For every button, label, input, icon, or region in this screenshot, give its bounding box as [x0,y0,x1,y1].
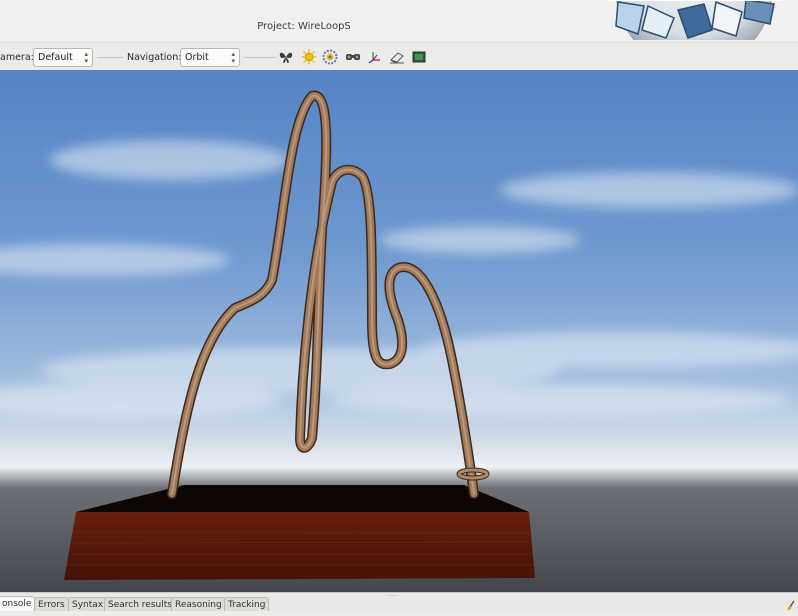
toolbar-separator [97,57,123,58]
spin-arrows-icon: ▴ ▾ [231,50,235,65]
camera-select-value: Default [38,52,73,63]
navigation-select-value: Orbit [185,52,209,63]
3d-viewport[interactable] [0,70,798,592]
camera-label: amera: [0,52,34,63]
gear-sun-icon[interactable] [322,49,338,65]
splitter-grip[interactable]: ····· [388,593,398,600]
butterfly-icon[interactable] [278,49,294,65]
screen-icon[interactable] [411,49,427,65]
toolbar: amera: Default ▴ ▾ Navigation: Orbit ▴ ▾ [0,43,798,71]
spin-arrows-icon: ▴ ▾ [84,50,88,65]
app-logo [608,0,782,40]
bottom-panel-tabs: ····· onsole Errors Syntax Search result… [0,592,798,611]
broom-icon[interactable] [786,597,796,611]
binoculars-icon[interactable] [345,49,361,65]
camera-select[interactable]: Default ▴ ▾ [33,48,93,67]
title-bar: Project: WireLoopS [0,0,798,43]
toolbar-separator [244,57,276,58]
axes-icon[interactable] [367,49,383,65]
navigation-select[interactable]: Orbit ▴ ▾ [180,48,240,67]
sun-icon[interactable] [301,49,317,65]
navigation-label: Navigation: [127,52,182,63]
wooden-base [64,485,535,580]
window-title: Project: WireLoopS [257,21,351,32]
eraser-icon[interactable] [389,49,405,65]
